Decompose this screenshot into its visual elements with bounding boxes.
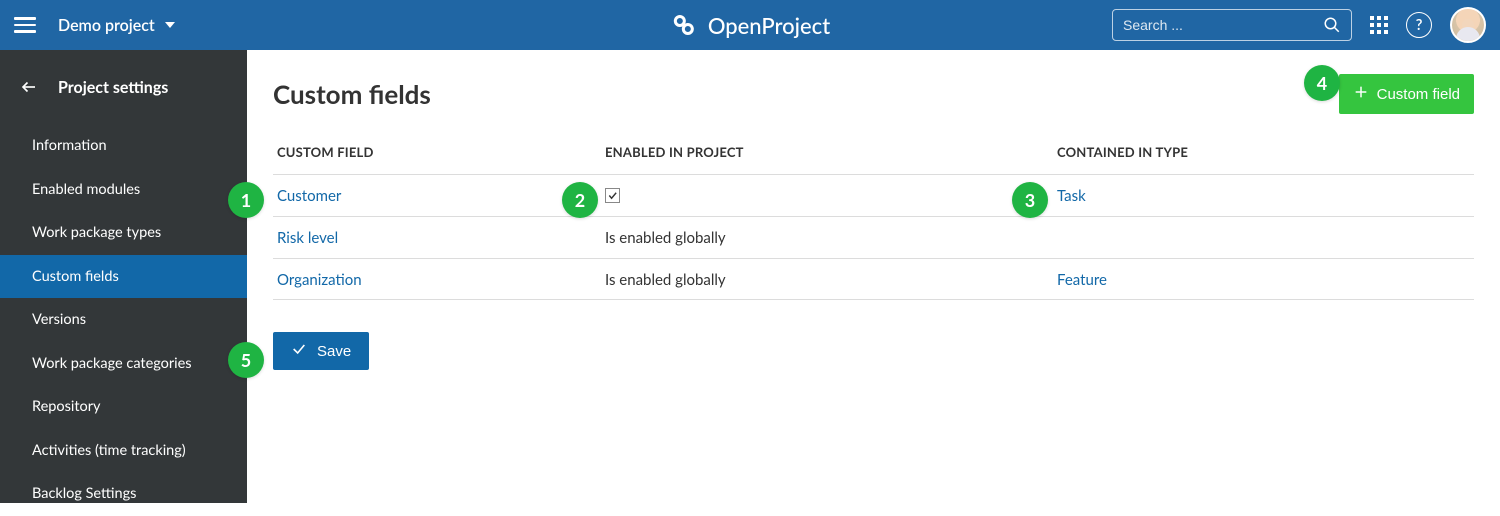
add-custom-field-button[interactable]: Custom field [1339, 74, 1474, 114]
brand-name: OpenProject [708, 12, 830, 39]
search-icon[interactable] [1323, 16, 1341, 34]
main-content: Custom fields Custom field CUSTOM FIELD … [247, 50, 1500, 503]
sidebar: Project settings Information Enabled modu… [0, 50, 247, 503]
sidebar-title: Project settings [58, 78, 168, 97]
sidebar-item-custom-fields[interactable]: Custom fields [0, 255, 247, 299]
sidebar-item-versions[interactable]: Versions [0, 298, 247, 342]
callout-5: 5 [228, 342, 264, 378]
header-right: ? [1112, 7, 1486, 43]
chevron-down-icon [165, 22, 175, 28]
enabled-text: Is enabled globally [605, 271, 726, 289]
page-title: Custom fields [273, 78, 431, 110]
project-name: Demo project [58, 16, 155, 35]
save-button-label: Save [317, 343, 351, 360]
enabled-checkbox[interactable] [605, 188, 620, 203]
sidebar-item-label: Information [32, 137, 107, 154]
sidebar-item-label: Versions [32, 311, 86, 328]
table-row: Risk level Is enabled globally [273, 216, 1474, 258]
save-button[interactable]: Save [273, 332, 369, 370]
sidebar-item-work-package-types[interactable]: Work package types [0, 211, 247, 255]
check-icon [291, 341, 307, 361]
sidebar-item-label: Work package types [32, 224, 161, 241]
help-icon[interactable]: ? [1406, 12, 1432, 38]
sidebar-item-activities-time-tracking-[interactable]: Activities (time tracking) [0, 429, 247, 473]
sidebar-item-work-package-categories[interactable]: Work package categories [0, 342, 247, 386]
enabled-text: Is enabled globally [605, 229, 726, 247]
type-link[interactable]: Task [1057, 187, 1086, 205]
avatar[interactable] [1450, 7, 1486, 43]
table-row: Customer Task [273, 174, 1474, 216]
search-input[interactable] [1123, 17, 1323, 33]
col-header-name: CUSTOM FIELD [277, 144, 605, 160]
table-row: Organization Is enabled globally Feature [273, 258, 1474, 300]
custom-field-link[interactable]: Risk level [277, 229, 338, 247]
table-header: CUSTOM FIELD ENABLED IN PROJECT CONTAINE… [273, 144, 1474, 174]
sidebar-back[interactable]: Project settings [0, 50, 247, 124]
top-nav: Demo project OpenProject ? [0, 0, 1500, 50]
arrow-left-icon [20, 78, 38, 96]
col-header-enabled: ENABLED IN PROJECT [605, 144, 1057, 160]
callout-3: 3 [1012, 182, 1048, 218]
type-link[interactable]: Feature [1057, 271, 1107, 289]
sidebar-item-label: Work package categories [32, 355, 192, 372]
custom-field-link[interactable]: Customer [277, 187, 341, 205]
add-button-label: Custom field [1377, 86, 1460, 103]
callout-2: 2 [562, 182, 598, 218]
sidebar-item-information[interactable]: Information [0, 124, 247, 168]
sidebar-item-label: Backlog Settings [32, 485, 136, 502]
sidebar-item-backlog-settings[interactable]: Backlog Settings [0, 472, 247, 516]
sidebar-item-label: Enabled modules [32, 181, 140, 198]
plus-icon [1353, 84, 1369, 104]
sidebar-item-enabled-modules[interactable]: Enabled modules [0, 168, 247, 212]
sidebar-item-label: Custom fields [32, 268, 119, 285]
sidebar-item-label: Repository [32, 398, 101, 415]
sidebar-item-label: Activities (time tracking) [32, 442, 186, 459]
apps-icon[interactable] [1370, 16, 1388, 34]
callout-4: 4 [1304, 65, 1340, 101]
callout-1: 1 [228, 182, 264, 218]
brand: OpenProject [670, 11, 830, 39]
search-box[interactable] [1112, 9, 1352, 41]
hamburger-icon[interactable] [14, 14, 36, 36]
col-header-type: CONTAINED IN TYPE [1057, 144, 1470, 160]
project-selector[interactable]: Demo project [58, 16, 175, 35]
custom-field-link[interactable]: Organization [277, 271, 362, 289]
openproject-logo-icon [670, 11, 698, 39]
sidebar-item-repository[interactable]: Repository [0, 385, 247, 429]
